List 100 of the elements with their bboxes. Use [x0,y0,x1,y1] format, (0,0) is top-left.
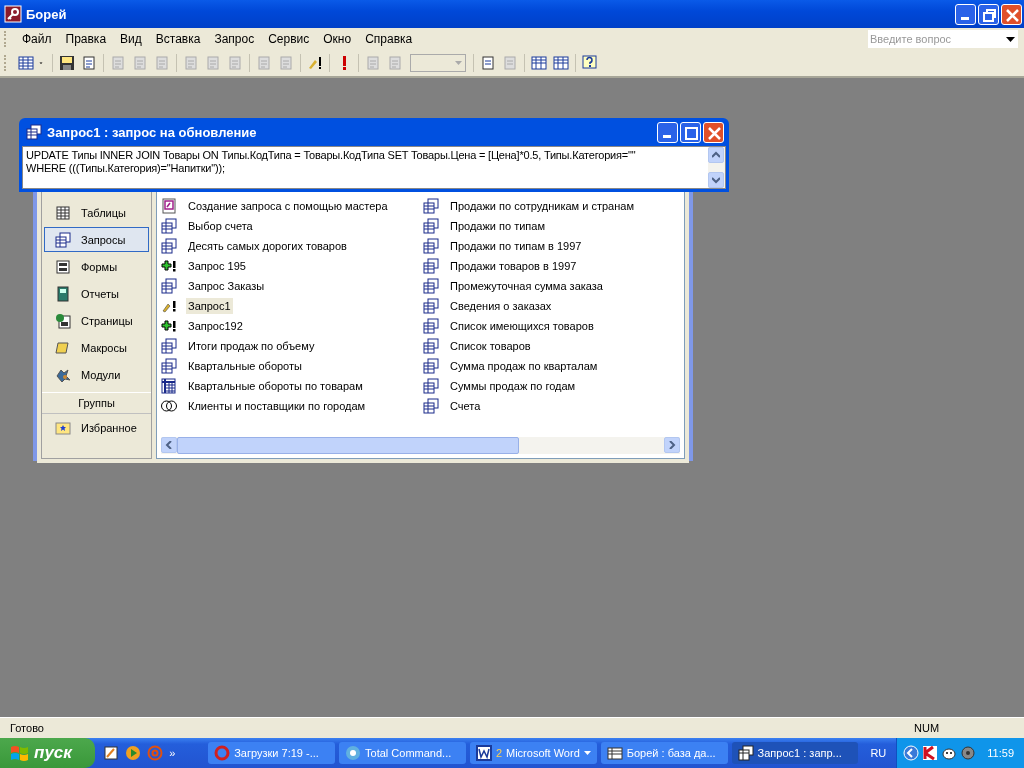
object-type-item[interactable]: Страницы [44,308,149,333]
query-list-item[interactable]: Продажи товаров в 1997 [422,256,684,276]
select-query-icon [422,338,440,354]
select-query-icon [422,198,440,214]
select-query-icon [422,218,440,234]
query-list-item[interactable]: Счета [422,396,684,416]
minimize-icon [663,134,671,138]
select-query-icon [422,378,440,394]
query-list-item[interactable]: Квартальные обороты [160,356,422,376]
query-list-item[interactable]: Сумма продаж по кварталам [422,356,684,376]
menu-item[interactable]: Вставка [148,30,208,48]
scroll-down-button[interactable] [708,172,724,188]
object-type-item[interactable]: Модули [44,362,149,387]
query-list-item[interactable]: Промежуточная сумма заказа [422,276,684,296]
query-list-item[interactable]: Продажи по сотрудникам и странам [422,196,684,216]
opera-app-icon [214,745,231,761]
horizontal-scrollbar[interactable] [161,437,680,454]
taskbar-button[interactable]: Борей : база да... [600,742,728,764]
menu-item[interactable]: Окно [316,30,359,48]
close-button[interactable] [703,121,724,143]
status-text: Готово [10,722,44,734]
query-list-item[interactable]: Запрос192 [160,316,422,336]
maximize-button[interactable] [680,121,701,143]
select-query-icon [422,278,440,294]
query-list-item[interactable]: Выбор счета [160,216,422,236]
query-app-icon [737,745,754,761]
query-list-item[interactable]: Десять самых дорогих товаров [160,236,422,256]
query-list-item[interactable]: Список имеющихся товаров [422,316,684,336]
select-query-icon [160,338,178,354]
object-type-item[interactable]: Макросы [44,335,149,360]
query-list-item[interactable]: Список товаров [422,336,684,356]
k-shield-icon[interactable] [922,745,939,761]
window-count: 2 [495,747,502,759]
query-list-item[interactable]: Продажи по типам [422,216,684,236]
taskbar-button[interactable]: Total Command... [339,742,466,764]
help-question-field[interactable]: Введите вопрос [868,30,1002,48]
taskbar-button[interactable]: Запрос1 : запр... [731,742,859,764]
query-list-item[interactable]: Запрос1 [160,296,422,316]
restore-button[interactable] [978,3,999,25]
dropdown-button[interactable] [1002,30,1018,48]
view-icon[interactable] [18,55,34,71]
select-query-icon [422,258,440,274]
group-item[interactable]: Избранное [44,415,149,440]
query-list-item[interactable]: Продажи по типам в 1997 [422,236,684,256]
scroll-left-button[interactable] [161,437,177,453]
query-list-item[interactable]: Квартальные обороты по товарам [160,376,422,396]
database-window-icon[interactable] [531,55,547,71]
object-type-item[interactable]: Таблицы [44,200,149,225]
word-app-icon [475,745,492,761]
caret-icon [583,751,591,755]
minimize-button[interactable] [657,121,678,143]
taskbar-button[interactable]: 2 Microsoft Word [469,742,597,764]
menu-item[interactable]: Запрос [207,30,262,48]
object-type-item[interactable]: Формы [44,254,149,279]
groups-header[interactable]: Группы [42,392,151,414]
play-icon[interactable] [125,745,142,761]
menu-item[interactable]: Правка [58,30,114,48]
new-object-icon[interactable] [553,55,569,71]
save-icon[interactable] [59,55,75,71]
commander-app-icon [345,745,362,761]
query-list-item[interactable]: Итоги продаж по объему [160,336,422,356]
menu-item[interactable]: Справка [358,30,420,48]
scrollbar-thumb[interactable] [177,437,519,454]
select-query-icon [422,238,440,254]
crosstab-query-icon [160,378,178,394]
select-query-icon [422,318,440,334]
macro-object-icon [55,339,71,356]
expand-tray-icon[interactable] [903,745,920,761]
select-query-icon [160,278,178,294]
minimize-button[interactable] [955,3,976,25]
select-query-icon [160,238,178,254]
num-lock-indicator: NUM [914,722,941,734]
taskbar-button[interactable]: Загрузки 7:19 -... [208,742,336,764]
query-type-icon[interactable] [307,55,323,71]
menu-item[interactable]: Файл [15,30,59,48]
module-object-icon [55,366,71,383]
query-list-item[interactable]: Создание запроса с помощью мастера [160,196,422,216]
key-icon [4,5,22,23]
query-object-icon [55,231,71,248]
close-button[interactable] [1001,3,1022,25]
query-list-item[interactable]: Запрос Заказы [160,276,422,296]
help-icon[interactable] [582,55,598,71]
query-list-item[interactable]: Запрос 195 [160,256,422,276]
table-object-icon [55,204,71,221]
clock: 11:59 [987,747,1015,759]
scroll-right-button[interactable] [664,437,680,453]
notepad-icon[interactable] [103,745,120,761]
query-list-item[interactable]: Клиенты и поставщики по городам [160,396,422,416]
query-window-title: Запрос1 : запрос на обновление [47,124,257,140]
more-button[interactable]: » [169,747,176,759]
folder-icon [55,419,71,436]
query-list-item[interactable]: Сведения о заказах [422,296,684,316]
menu-item[interactable]: Сервис [261,30,317,48]
update-query-icon [160,298,178,314]
query-list-item[interactable]: Суммы продаж по годам [422,376,684,396]
object-type-item[interactable]: Отчеты [44,281,149,306]
scroll-up-button[interactable] [708,147,724,163]
language-indicator[interactable]: RU [860,747,897,759]
object-type-item[interactable]: Запросы [44,227,149,252]
menu-item[interactable]: Вид [113,30,149,48]
